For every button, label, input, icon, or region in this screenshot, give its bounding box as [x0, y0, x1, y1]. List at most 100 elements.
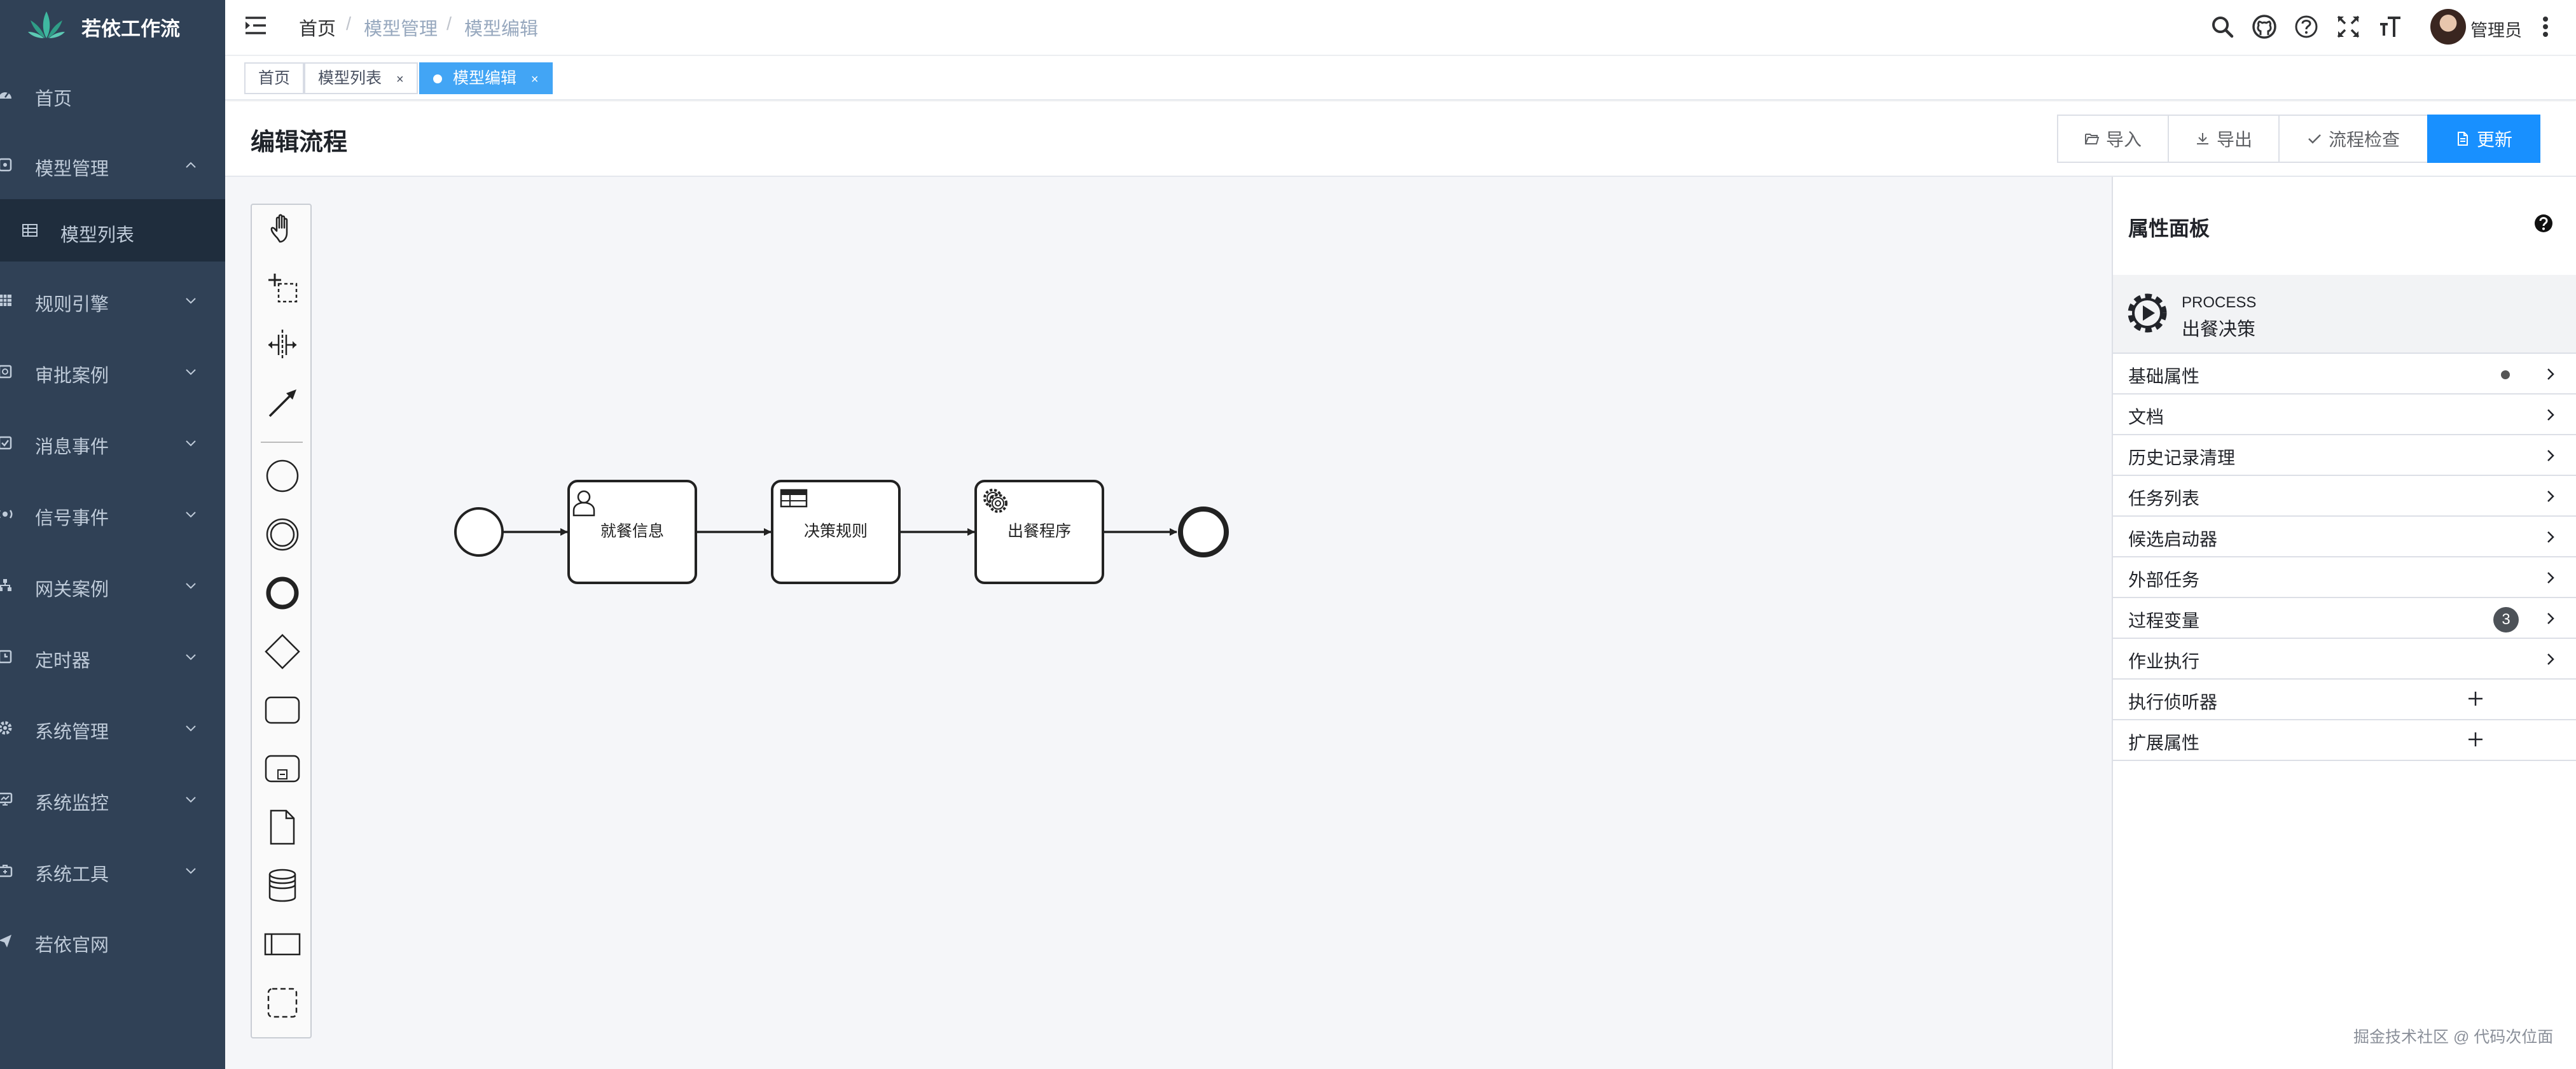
help-icon[interactable] [2294, 14, 2319, 39]
tag-model-list[interactable]: 模型列表 × [304, 62, 418, 94]
chevron-right-icon [2547, 531, 2554, 543]
group-documentation[interactable]: 文档 [2113, 395, 2576, 435]
chevron-right-icon [2547, 572, 2554, 583]
data-marker-dot [2501, 370, 2510, 379]
group-basic-properties[interactable]: 基础属性 [2113, 354, 2576, 395]
content-header: 编辑流程 导入 导出 流程检查 更新 [225, 102, 2576, 177]
service-task-meal-procedure[interactable]: 出餐程序 [974, 480, 1104, 584]
breadcrumb-home[interactable]: 首页 [299, 14, 336, 41]
document-icon [2457, 132, 2468, 146]
sidebar-item-system-management[interactable]: 系统管理 [0, 693, 225, 763]
folder-open-icon [2084, 134, 2100, 144]
task-label: 决策规则 [804, 522, 868, 540]
process-header: PROCESS 出餐决策 [2113, 275, 2576, 354]
sidebar-subitem-model-list[interactable]: 模型列表 [0, 199, 225, 262]
export-label: 导出 [2216, 130, 2252, 150]
sidebar-item-label: 模型管理 [35, 159, 109, 179]
github-icon[interactable] [2252, 14, 2277, 39]
breadcrumb-model-management[interactable]: 模型管理 [364, 14, 438, 41]
watermark: 掘金技术社区 @ 代码次位面 [2353, 1028, 2554, 1046]
search-icon[interactable] [2210, 14, 2235, 39]
end-event[interactable] [1178, 507, 1229, 557]
chevron-down-icon [186, 369, 196, 375]
sidebar-item-home[interactable]: 首页 [0, 60, 225, 130]
sidebar-item-gateway-cases[interactable]: 网关案例 [0, 550, 225, 620]
gateway-icon [0, 579, 11, 591]
sidebar-item-rule-engine[interactable]: 规则引擎 [0, 265, 225, 335]
chevron-down-icon [186, 868, 196, 874]
sidebar-item-signal-events[interactable]: 信号事件 [0, 479, 225, 549]
tag-home[interactable]: 首页 [244, 62, 305, 94]
tag-close-icon[interactable]: × [531, 73, 539, 87]
hamburger-icon[interactable] [244, 15, 267, 36]
sidebar-item-label: 系统工具 [35, 865, 109, 885]
logo-icon [28, 11, 65, 38]
sidebar-item-system-tools[interactable]: 系统工具 [0, 835, 225, 905]
chevron-right-icon [2547, 368, 2554, 380]
plus-icon[interactable] [2467, 730, 2484, 748]
fullscreen-icon[interactable] [2336, 14, 2361, 39]
more-vertical-icon[interactable] [2542, 14, 2549, 39]
chevron-right-icon [2547, 613, 2554, 624]
app-logo[interactable]: 若依工作流 [0, 0, 225, 50]
timer-icon [0, 650, 12, 664]
avatar[interactable] [2430, 9, 2466, 45]
properties-panel: 属性面板 PROCESS 出餐决策 基础属性 文档 历史记录清理 任务列表 候选… [2112, 177, 2576, 1069]
sidebar-item-approval-cases[interactable]: 审批案例 [0, 337, 225, 407]
group-label: 任务列表 [2128, 489, 2200, 508]
group-execution-listeners[interactable]: 执行侦听器 [2113, 680, 2576, 720]
plus-icon[interactable] [2467, 690, 2484, 708]
check-icon [2308, 134, 2321, 144]
help-icon[interactable] [2534, 214, 2553, 233]
properties-panel-title: 属性面板 [2128, 217, 2210, 240]
chevron-down-icon [186, 797, 196, 803]
business-rule-task-decision-rules[interactable]: 决策规则 [771, 480, 901, 584]
sidebar-item-message-events[interactable]: 消息事件 [0, 408, 225, 478]
process-name: 出餐决策 [2182, 319, 2256, 340]
group-candidate-starter[interactable]: 候选启动器 [2113, 517, 2576, 557]
business-rule-icon [780, 489, 808, 508]
group-extension-properties[interactable]: 扩展属性 [2113, 720, 2576, 761]
sidebar-item-label: 消息事件 [35, 437, 109, 458]
import-button[interactable]: 导入 [2057, 115, 2169, 163]
start-event[interactable] [454, 507, 504, 557]
table-icon [0, 295, 11, 306]
model-icon [0, 158, 12, 172]
message-icon [0, 436, 12, 450]
sidebar-item-official-site[interactable]: 若依官网 [0, 906, 225, 976]
bpmn-canvas[interactable]: 就餐信息 决策规则 出餐程序 [225, 177, 2112, 1069]
chevron-up-icon [186, 162, 196, 168]
process-check-button[interactable]: 流程检查 [2278, 115, 2428, 163]
chevron-down-icon [186, 440, 196, 447]
user-name[interactable]: 管理员 [2470, 17, 2522, 41]
update-button[interactable]: 更新 [2427, 115, 2540, 163]
sidebar-item-timer[interactable]: 定时器 [0, 622, 225, 692]
chevron-down-icon [186, 298, 196, 304]
chevron-right-icon [2547, 491, 2554, 502]
dashboard-icon [0, 92, 11, 99]
tag-model-edit[interactable]: 模型编辑 × [419, 62, 553, 94]
chevron-down-icon [186, 583, 196, 589]
breadcrumb-separator: / [447, 14, 452, 34]
sidebar-item-label: 规则引擎 [35, 295, 109, 315]
group-job-execution[interactable]: 作业执行 [2113, 639, 2576, 680]
group-label: 过程变量 [2128, 611, 2200, 631]
group-external-task[interactable]: 外部任务 [2113, 557, 2576, 598]
monitor-icon [0, 792, 13, 806]
sidebar-item-system-monitor[interactable]: 系统监控 [0, 764, 225, 834]
chevron-down-icon [186, 654, 196, 660]
chevron-down-icon [186, 725, 196, 732]
group-process-variables[interactable]: 过程变量 3 [2113, 598, 2576, 639]
sidebar-item-label: 网关案例 [35, 580, 109, 600]
font-size-icon[interactable] [2378, 14, 2403, 39]
group-task-list[interactable]: 任务列表 [2113, 476, 2576, 517]
tag-close-icon[interactable]: × [396, 73, 404, 87]
export-button[interactable]: 导出 [2168, 115, 2280, 163]
sidebar-item-label: 信号事件 [35, 508, 109, 529]
group-history-cleanup[interactable]: 历史记录清理 [2113, 435, 2576, 476]
user-task-dining-info[interactable]: 就餐信息 [567, 480, 697, 584]
active-dot-icon [433, 74, 442, 84]
chevron-right-icon [2547, 409, 2554, 421]
sidebar-item-model-management[interactable]: 模型管理 [0, 130, 225, 200]
group-label: 作业执行 [2128, 652, 2200, 671]
